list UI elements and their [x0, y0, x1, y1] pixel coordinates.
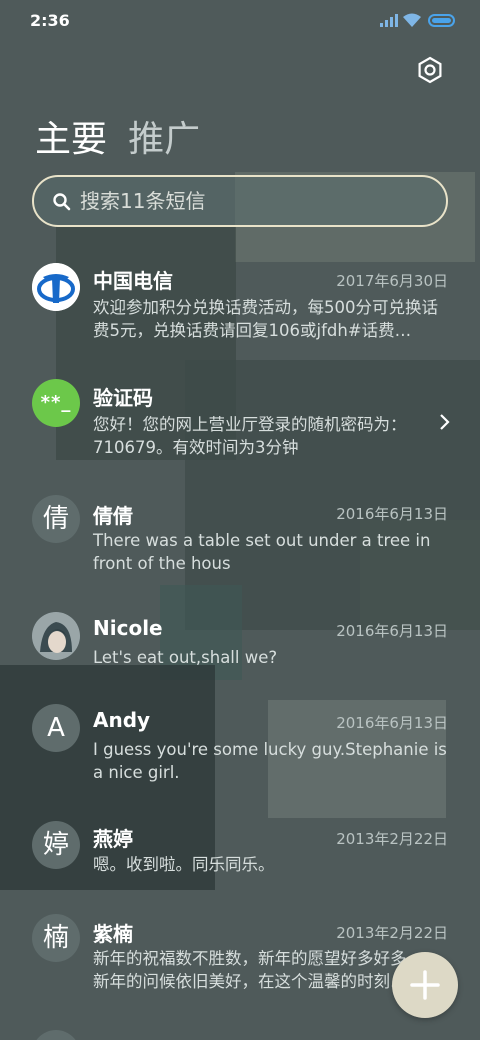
- avatar: [32, 1030, 80, 1040]
- tab-bar: 主要 推广: [35, 110, 216, 160]
- conversation-item[interactable]: 婷 燕婷 2013年2月22日 嗯。收到啦。同乐同乐。: [0, 815, 480, 895]
- battery-icon: [428, 14, 455, 27]
- contact-name: Nicole: [93, 616, 163, 640]
- message-date: 2016年6月13日: [336, 714, 448, 732]
- avatar: 楠: [32, 914, 80, 962]
- message-preview: 嗯。收到啦。同乐同乐。: [93, 855, 275, 874]
- conversation-item[interactable]: Nicole 2016年6月13日 Let's eat out,shall we…: [0, 606, 480, 686]
- search-input[interactable]: [80, 185, 420, 217]
- contact-name: 验证码: [93, 386, 153, 410]
- message-preview: 欢迎参加积分兑换话费活动，每500分可兑换话费5元，兑换话费请回复106或jfd…: [93, 298, 438, 340]
- message-date: 2016年6月13日: [336, 505, 448, 523]
- message-preview: 您好！您的网上营业厅登录的随机密码为：710679。有效时间为3分钟: [93, 415, 407, 457]
- contact-name: 中国电信: [93, 269, 173, 293]
- contact-photo-avatar: [32, 612, 80, 660]
- search-icon: [53, 193, 71, 211]
- status-bar: 2:36: [0, 0, 480, 40]
- conversation-item[interactable]: A Andy 2016年6月13日 I guess you're some lu…: [0, 700, 480, 795]
- new-message-button[interactable]: [392, 952, 458, 1018]
- message-preview: 新年的祝福数不胜数，新年的愿望好多好多，新年的问候依旧美好，在这个温馨的时刻…: [93, 949, 423, 991]
- avatar: A: [32, 704, 80, 752]
- message-date: 2013年2月22日: [336, 830, 448, 848]
- conversation-item[interactable]: 中国电信 2017年6月30日 欢迎参加积分兑换话费活动，每500分可兑换话费5…: [0, 255, 480, 350]
- conversation-item[interactable]: 倩 倩倩 2016年6月13日 There was a table set ou…: [0, 490, 480, 585]
- message-date: 2013年2月22日: [336, 924, 448, 942]
- settings-gear-icon[interactable]: [416, 56, 444, 84]
- china-telecom-logo-icon: [32, 263, 80, 311]
- chevron-right-icon[interactable]: [436, 412, 452, 432]
- tab-primary[interactable]: 主要: [35, 110, 107, 162]
- conversation-item[interactable]: **_ 验证码 您好！您的网上营业厅登录的随机密码为：710679。有效时间为3…: [0, 372, 480, 467]
- message-preview: There was a table set out under a tree i…: [93, 531, 431, 573]
- contact-name: 燕婷: [93, 827, 133, 851]
- message-date: 2017年6月30日: [336, 272, 448, 290]
- signal-icon: [380, 14, 398, 27]
- avatar: 婷: [32, 821, 80, 869]
- contact-name: 紫楠: [93, 922, 133, 946]
- message-preview: Let's eat out,shall we?: [93, 648, 278, 667]
- tab-promotions[interactable]: 推广: [128, 110, 200, 162]
- message-preview: I guess you're some lucky guy.Stephanie …: [93, 740, 447, 782]
- contact-name: Andy: [93, 708, 151, 732]
- status-time: 2:36: [30, 11, 70, 30]
- message-date: 2016年6月13日: [336, 622, 448, 640]
- avatar: **_: [32, 379, 80, 427]
- contact-name: 倩倩: [93, 504, 133, 528]
- avatar: 倩: [32, 495, 80, 543]
- search-bar[interactable]: [32, 175, 448, 227]
- add-icon: [410, 970, 440, 1000]
- wifi-icon: [403, 13, 421, 27]
